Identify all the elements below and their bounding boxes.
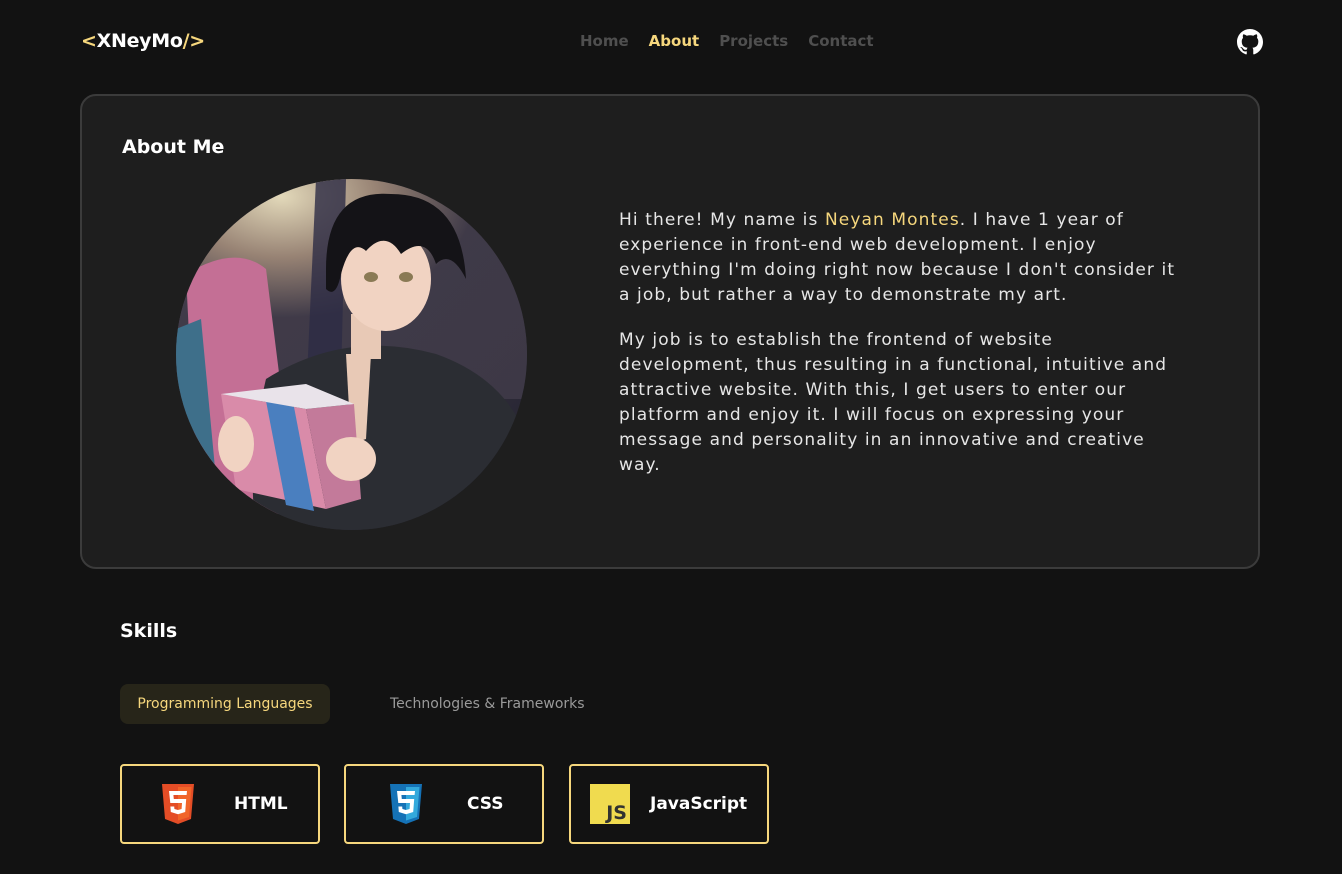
main-nav: Home About Projects Contact (580, 32, 874, 50)
javascript-icon: JS (590, 784, 630, 828)
css3-icon (388, 784, 424, 828)
about-paragraph-2: My job is to establish the frontend of w… (619, 330, 1168, 475)
skill-card-javascript[interactable]: JS JavaScript (569, 764, 769, 844)
nav-contact-link[interactable]: Contact (808, 32, 873, 50)
github-icon[interactable] (1237, 29, 1263, 55)
nav-home-link[interactable]: Home (580, 32, 629, 50)
skill-label-html: HTML (234, 794, 288, 814)
top-navbar: <XNeyMo/> Home About Projects Contact (0, 0, 1342, 84)
about-card: About Me Hi there! My name is Neyan Mont… (80, 94, 1260, 569)
html5-icon (160, 784, 196, 828)
profile-avatar (176, 179, 527, 530)
about-title: About Me (122, 136, 225, 158)
svg-text:JS: JS (604, 802, 627, 824)
site-logo[interactable]: <XNeyMo/> (81, 30, 205, 52)
skill-card-css[interactable]: CSS (344, 764, 544, 844)
logo-name: XNeyMo (96, 30, 183, 52)
author-name: Neyan Montes (824, 210, 960, 230)
tab-programming-languages[interactable]: Programming Languages (120, 684, 330, 724)
about-paragraph-1: Hi there! My name is Neyan Montes. I hav… (619, 208, 1179, 308)
skill-card-html[interactable]: HTML (120, 764, 320, 844)
logo-open-bracket: < (81, 30, 97, 52)
intro-text: Hi there! My name is (619, 210, 825, 230)
nav-projects-link[interactable]: Projects (719, 32, 788, 50)
skill-label-javascript: JavaScript (650, 794, 748, 814)
nav-about-link[interactable]: About (649, 32, 700, 50)
about-description: Hi there! My name is Neyan Montes. I hav… (619, 208, 1179, 498)
skills-title: Skills (120, 620, 178, 642)
skill-label-css: CSS (467, 794, 504, 814)
tab-technologies-frameworks[interactable]: Technologies & Frameworks (390, 684, 585, 724)
logo-close-bracket: /> (182, 30, 206, 52)
